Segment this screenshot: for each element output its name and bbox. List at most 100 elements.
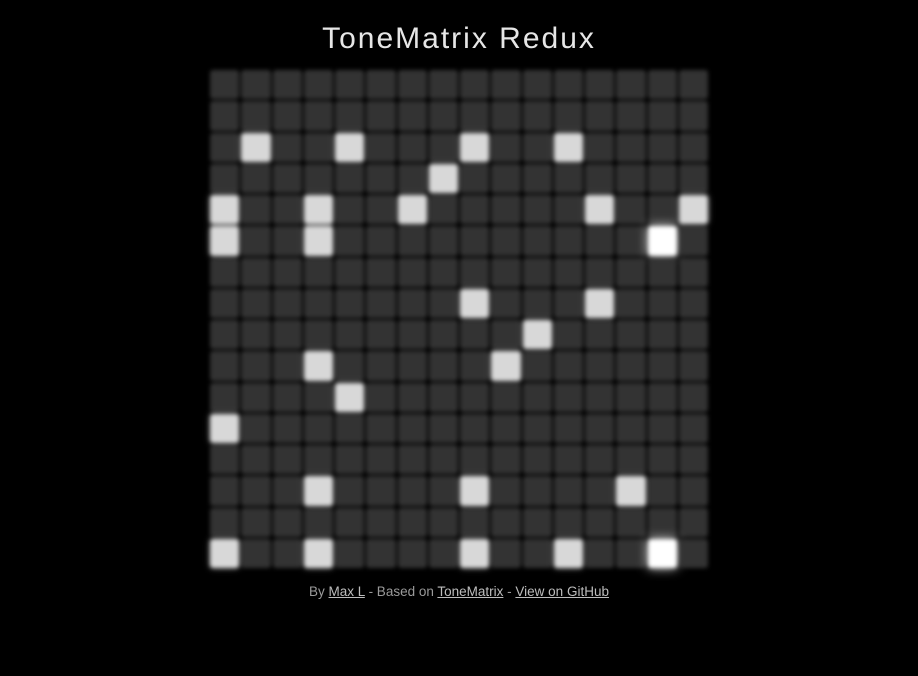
matrix-cell[interactable] (398, 133, 427, 162)
matrix-cell[interactable] (585, 414, 614, 443)
matrix-cell[interactable] (398, 539, 427, 568)
matrix-cell[interactable] (273, 414, 302, 443)
matrix-cell[interactable] (648, 414, 677, 443)
matrix-cell[interactable] (491, 70, 520, 99)
matrix-cell[interactable] (335, 101, 364, 130)
matrix-cell[interactable] (554, 539, 583, 568)
matrix-cell[interactable] (460, 476, 489, 505)
matrix-cell[interactable] (679, 445, 708, 474)
matrix-cell[interactable] (366, 195, 395, 224)
matrix-cell[interactable] (398, 351, 427, 380)
matrix-cell[interactable] (210, 226, 239, 255)
matrix-cell[interactable] (554, 508, 583, 537)
matrix-cell[interactable] (210, 320, 239, 349)
matrix-cell[interactable] (523, 164, 552, 193)
matrix-cell[interactable] (335, 70, 364, 99)
matrix-cell[interactable] (460, 445, 489, 474)
matrix-cell[interactable] (366, 383, 395, 412)
matrix-cell[interactable] (273, 320, 302, 349)
matrix-cell[interactable] (616, 258, 645, 287)
matrix-cell[interactable] (554, 383, 583, 412)
matrix-cell[interactable] (273, 445, 302, 474)
matrix-cell[interactable] (554, 258, 583, 287)
matrix-cell[interactable] (210, 383, 239, 412)
matrix-cell[interactable] (648, 101, 677, 130)
matrix-cell[interactable] (335, 226, 364, 255)
matrix-cell[interactable] (241, 445, 270, 474)
matrix-cell[interactable] (648, 445, 677, 474)
matrix-cell[interactable] (554, 445, 583, 474)
matrix-cell[interactable] (304, 101, 333, 130)
matrix-cell[interactable] (398, 226, 427, 255)
matrix-cell[interactable] (304, 320, 333, 349)
matrix-cell[interactable] (210, 508, 239, 537)
matrix-cell[interactable] (335, 351, 364, 380)
matrix-cell[interactable] (616, 476, 645, 505)
matrix-cell[interactable] (585, 383, 614, 412)
matrix-cell[interactable] (460, 258, 489, 287)
matrix-cell[interactable] (210, 351, 239, 380)
matrix-cell[interactable] (366, 258, 395, 287)
matrix-cell[interactable] (679, 383, 708, 412)
matrix-cell[interactable] (554, 289, 583, 318)
matrix-cell[interactable] (648, 539, 677, 568)
matrix-cell[interactable] (491, 289, 520, 318)
matrix-cell[interactable] (366, 445, 395, 474)
matrix-cell[interactable] (523, 133, 552, 162)
matrix-cell[interactable] (585, 226, 614, 255)
matrix-cell[interactable] (585, 101, 614, 130)
matrix-cell[interactable] (679, 476, 708, 505)
matrix-cell[interactable] (366, 351, 395, 380)
matrix-cell[interactable] (648, 133, 677, 162)
matrix-cell[interactable] (335, 476, 364, 505)
matrix-cell[interactable] (523, 351, 552, 380)
matrix-cell[interactable] (210, 101, 239, 130)
matrix-cell[interactable] (585, 258, 614, 287)
matrix-cell[interactable] (304, 383, 333, 412)
matrix-cell[interactable] (398, 164, 427, 193)
matrix-cell[interactable] (585, 320, 614, 349)
matrix-cell[interactable] (616, 445, 645, 474)
matrix-cell[interactable] (616, 351, 645, 380)
matrix-cell[interactable] (398, 289, 427, 318)
matrix-cell[interactable] (491, 445, 520, 474)
matrix-cell[interactable] (241, 195, 270, 224)
matrix-cell[interactable] (429, 289, 458, 318)
matrix-cell[interactable] (648, 226, 677, 255)
matrix-cell[interactable] (648, 320, 677, 349)
matrix-cell[interactable] (679, 320, 708, 349)
matrix-cell[interactable] (585, 164, 614, 193)
matrix-cell[interactable] (398, 508, 427, 537)
matrix-cell[interactable] (679, 508, 708, 537)
matrix-cell[interactable] (491, 383, 520, 412)
matrix-cell[interactable] (648, 195, 677, 224)
matrix-cell[interactable] (210, 133, 239, 162)
matrix-cell[interactable] (616, 101, 645, 130)
matrix-cell[interactable] (460, 383, 489, 412)
matrix-cell[interactable] (335, 508, 364, 537)
matrix-cell[interactable] (398, 445, 427, 474)
matrix-cell[interactable] (273, 258, 302, 287)
matrix-cell[interactable] (304, 195, 333, 224)
matrix-cell[interactable] (366, 508, 395, 537)
matrix-cell[interactable] (304, 133, 333, 162)
github-link[interactable]: View on GitHub (515, 584, 609, 599)
matrix-cell[interactable] (679, 351, 708, 380)
matrix-cell[interactable] (679, 414, 708, 443)
matrix-cell[interactable] (429, 101, 458, 130)
matrix-cell[interactable] (335, 320, 364, 349)
matrix-cell[interactable] (523, 476, 552, 505)
matrix-cell[interactable] (429, 383, 458, 412)
matrix-cell[interactable] (616, 320, 645, 349)
matrix-cell[interactable] (523, 226, 552, 255)
matrix-cell[interactable] (366, 164, 395, 193)
matrix-cell[interactable] (460, 351, 489, 380)
matrix-cell[interactable] (366, 539, 395, 568)
matrix-cell[interactable] (241, 133, 270, 162)
matrix-cell[interactable] (679, 164, 708, 193)
matrix-cell[interactable] (585, 539, 614, 568)
matrix-cell[interactable] (335, 133, 364, 162)
matrix-cell[interactable] (491, 195, 520, 224)
matrix-cell[interactable] (491, 414, 520, 443)
matrix-cell[interactable] (429, 164, 458, 193)
